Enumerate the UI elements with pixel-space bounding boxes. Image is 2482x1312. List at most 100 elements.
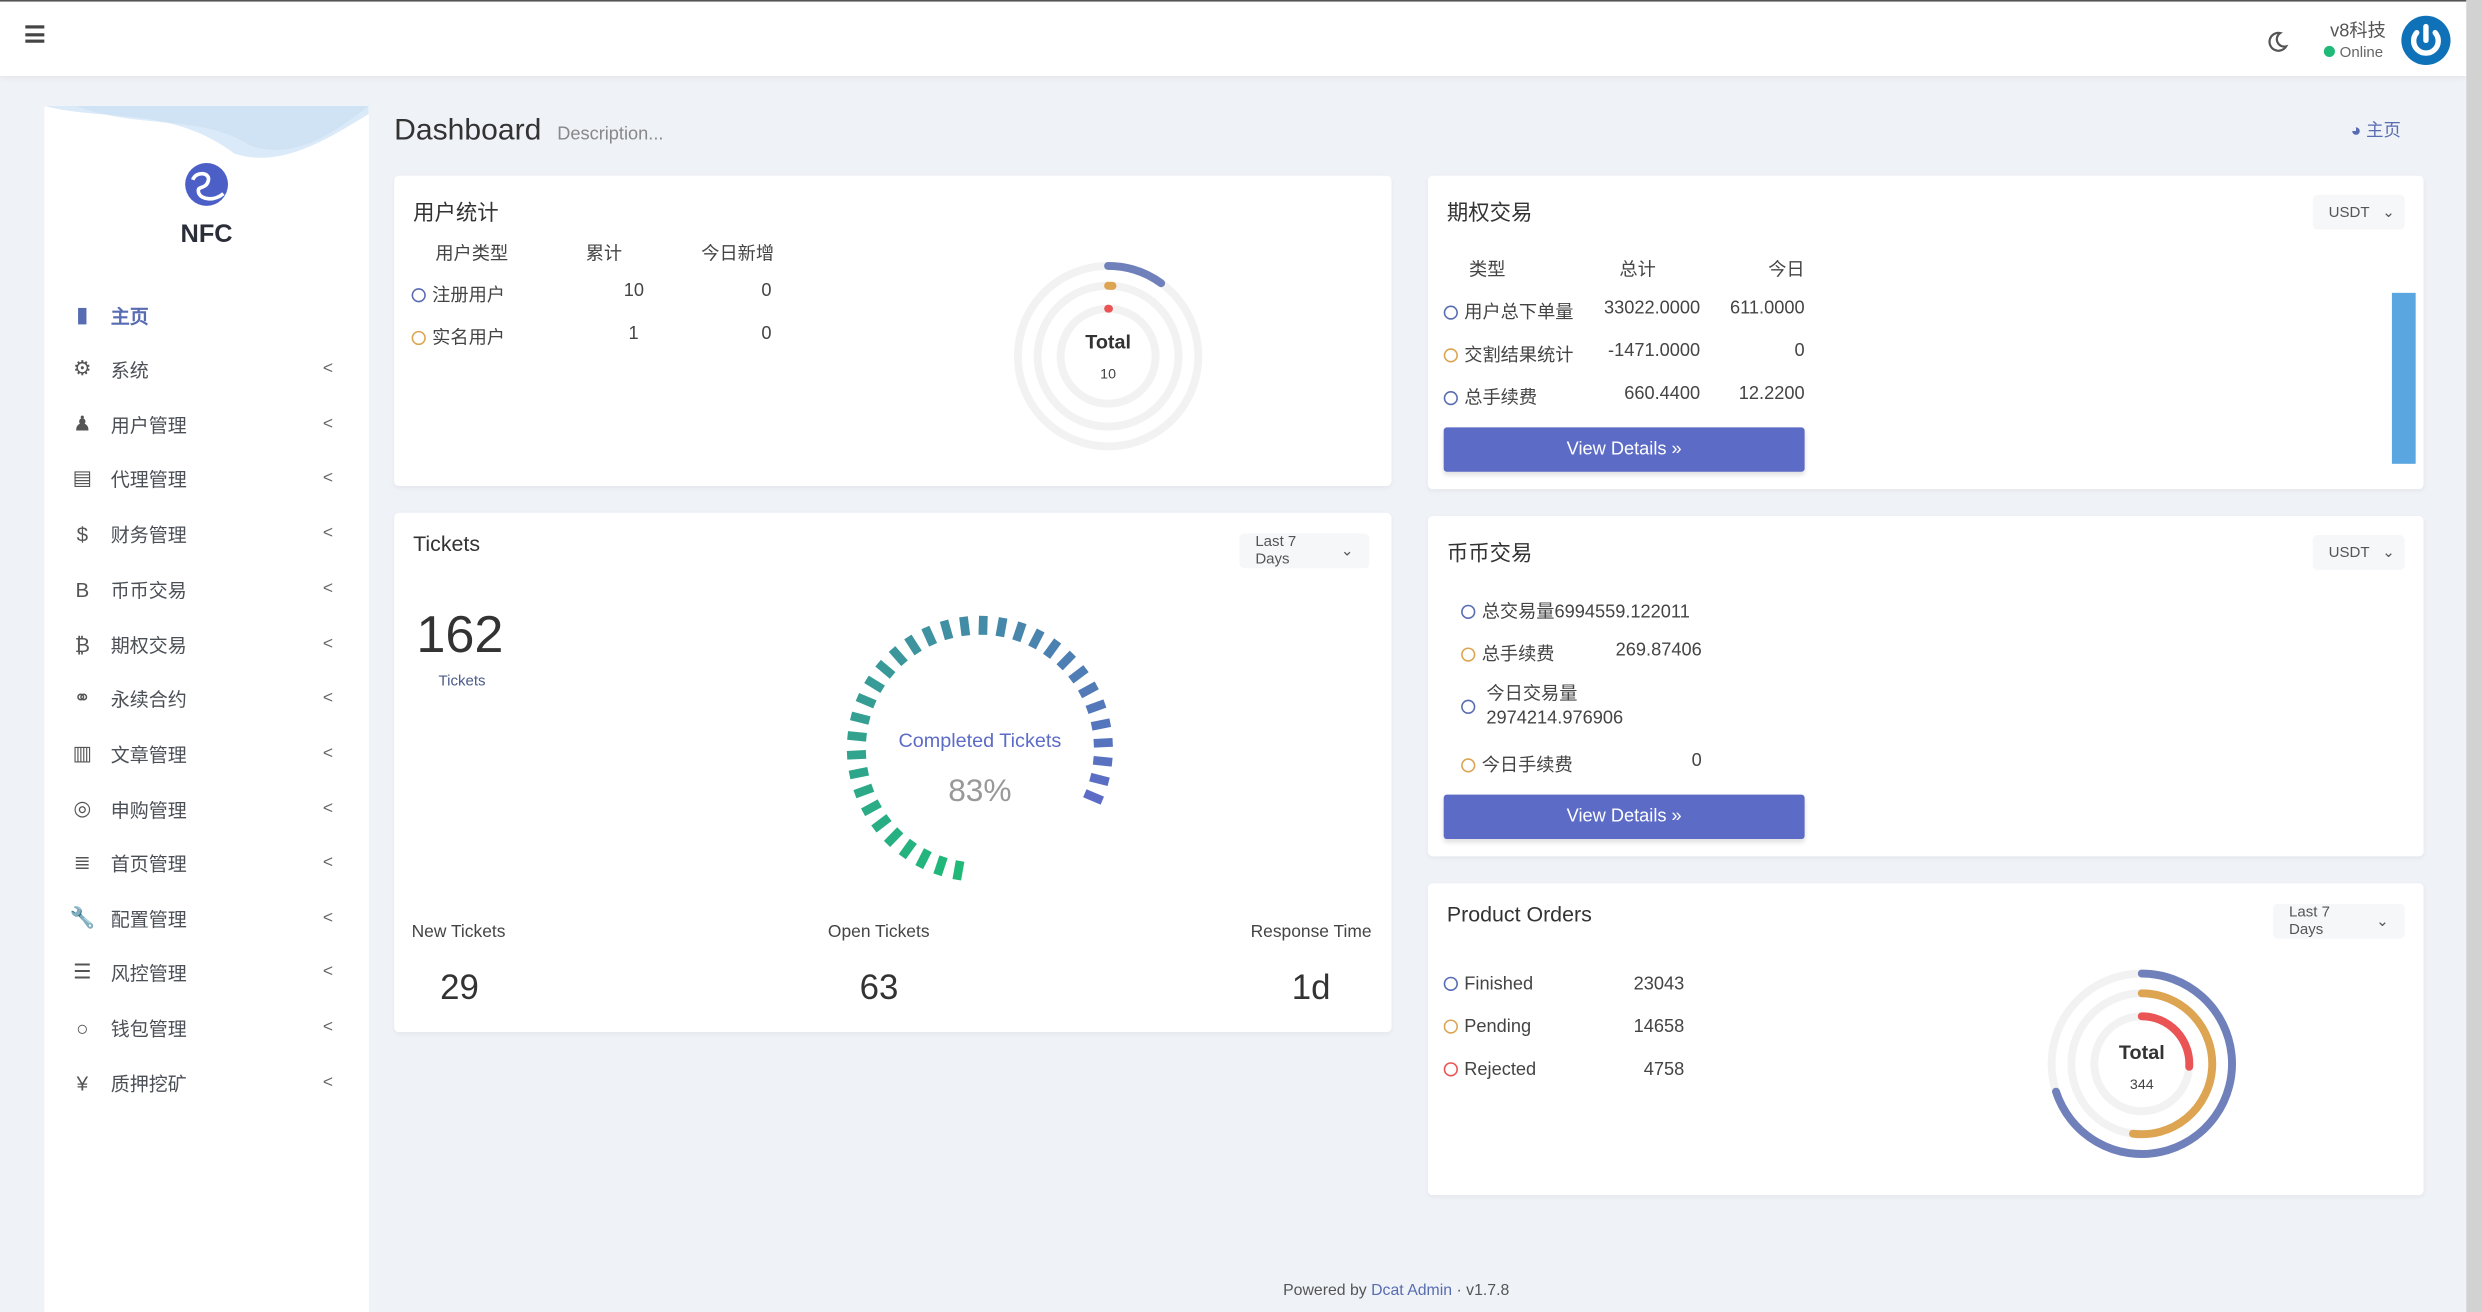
gauge-label: Completed Tickets (898, 729, 1062, 752)
gauge-segment (864, 675, 885, 693)
sidebar-item[interactable]: ⚙ 系统 < (44, 345, 369, 392)
column-header: 今日新增 (701, 245, 775, 265)
cell: 0 (1794, 341, 1805, 361)
column-header: 类型 (1469, 261, 1506, 281)
life-ring-icon: ◎ (73, 796, 92, 820)
gauge-segment (871, 814, 892, 833)
tickets-count: 162 (416, 604, 504, 664)
sidebar-item[interactable]: B 币币交易 < (44, 565, 369, 612)
gauge-segment (995, 617, 1008, 638)
tickets-card: Tickets Last 7 Days ⌄ 162 Tickets Complet… (394, 512, 1392, 1033)
period-select[interactable]: Last 7 Days ⌄ (1239, 533, 1370, 569)
card-title: 币币交易 (1446, 541, 1533, 566)
sidebar-item[interactable]: ▮ 主页 (44, 291, 369, 338)
radial-bar (1104, 261, 1166, 288)
card-title: Product Orders (1446, 902, 1592, 927)
sidebar-item[interactable]: ♟ 用户管理 < (44, 400, 369, 447)
id-card-icon: ▤ (72, 465, 93, 490)
sidebar-item[interactable]: ◎ 申购管理 < (44, 785, 369, 832)
stat-label: Open Tickets (827, 922, 930, 942)
gear-icon: ⚙ (73, 356, 92, 380)
cell: 611.0000 (1730, 299, 1805, 319)
column-header: 累计 (585, 245, 623, 265)
sidebar-item-label: 永续合约 (110, 687, 187, 710)
chart-total-label: Total (2118, 1041, 2165, 1064)
user-radial-chart (1013, 261, 1203, 451)
gauge-segment (921, 625, 938, 647)
sidebar-item-label: 文章管理 (110, 743, 187, 766)
cell: 1 (628, 324, 639, 344)
wrench-icon: 🔧 (69, 905, 96, 930)
sidebar-item[interactable]: $ 财务管理 < (44, 510, 369, 557)
sidebar-item[interactable]: ○ 钱包管理 < (44, 1004, 369, 1051)
sidebar-item-label: 风控管理 (110, 961, 187, 984)
sidebar-item[interactable]: ⚭ 永续合约 < (44, 674, 369, 721)
gauge-segment (904, 634, 922, 656)
sidebar-item[interactable]: ☰ 风控管理 < (44, 948, 369, 995)
gauge-segment (1077, 681, 1099, 699)
gauge-segment (898, 838, 917, 860)
moon-icon[interactable] (2265, 30, 2289, 54)
yen-icon: ¥ (76, 1070, 89, 1095)
sidebar: NFC ▮ 主页 ⚙ 系统 < ♟ 用户管理 < ▤ 代理管理 < $ 财务管理 < B 币币交易 < ₿ 期权交易… (44, 106, 369, 1312)
currency-select[interactable]: USDT ⌄ (2312, 194, 2405, 230)
cell: 10 (623, 281, 644, 301)
gauge-segment (849, 711, 871, 725)
hamburger-icon[interactable] (25, 25, 45, 43)
gauge-segment (1028, 628, 1045, 650)
gauge-segment (1056, 650, 1076, 671)
sidebar-item[interactable]: ▥ 文章管理 < (44, 730, 369, 777)
gauge-segment (1092, 755, 1113, 767)
power-icon[interactable] (2400, 14, 2452, 66)
dashboard-icon: ◕ (2350, 121, 2367, 141)
breadcrumb-home[interactable]: ◕ 主页 (2351, 117, 2401, 142)
sidebar-item[interactable]: ▤ 代理管理 < (44, 454, 369, 501)
chevron-down-icon: ⌄ (2382, 203, 2395, 221)
sidebar-item-label: 期权交易 (110, 633, 187, 657)
sidebar-item-label: 质押挖矿 (110, 1072, 187, 1095)
b-letter-icon: B (75, 577, 90, 601)
user-stats-card: 用户统计 用户类型 累计 今日新增 注册用户 10 0 实名用户 1 0 Tot… (394, 175, 1392, 486)
view-details-button[interactable]: View Details » (1443, 794, 1805, 839)
stat-label: New Tickets (411, 922, 506, 942)
logo-text: NFC (180, 221, 233, 249)
gauge-segment (846, 750, 867, 760)
stat-value: 1d (1291, 967, 1331, 1007)
chevron-left-icon: < (322, 1017, 334, 1037)
sidebar-item[interactable]: ¥ 质押挖矿 < (44, 1059, 369, 1106)
view-details-button[interactable]: View Details » (1443, 427, 1805, 472)
chevron-left-icon: < (322, 414, 334, 434)
gauge-segment (1068, 665, 1089, 684)
sidebar-item[interactable]: 🔧 配置管理 < (44, 894, 369, 941)
gauge-segment (1043, 638, 1062, 659)
sidebar-item-label: 用户管理 (110, 413, 187, 437)
card-title: Tickets (413, 531, 481, 556)
cell: 0 (761, 324, 772, 344)
chevron-left-icon: < (322, 359, 334, 379)
column-header: 今日 (1768, 261, 1805, 281)
options-trade-card: 期权交易 USDT ⌄ 类型 总计 今日 用户总下单量 33022.0000 611.… (1427, 175, 2424, 490)
gauge-segment (875, 659, 896, 679)
newspaper-icon: ▥ (72, 740, 93, 765)
username[interactable]: v8科技 (2330, 17, 2386, 42)
footer-link[interactable]: Dcat Admin (1371, 1282, 1452, 1299)
logo-icon (185, 162, 229, 206)
cell: 0 (761, 281, 772, 301)
link-icon: ⚭ (73, 685, 91, 710)
column-header: 总计 (1619, 261, 1656, 281)
sidebar-item[interactable]: ≣ 首页管理 < (44, 839, 369, 886)
bitcoin-icon: ₿ (74, 632, 90, 657)
gauge-segment (952, 860, 965, 881)
online-status: Online (2323, 44, 2383, 62)
page-scrollbar[interactable] (2466, 0, 2482, 1312)
period-select[interactable]: Last 7 Days ⌄ (2273, 903, 2405, 939)
gauge-segment (933, 855, 948, 877)
sidebar-item-label: 代理管理 (110, 467, 187, 490)
list-value: 14658 (1633, 1017, 1685, 1037)
currency-select[interactable]: USDT ⌄ (2312, 535, 2405, 570)
chevron-left-icon: < (322, 579, 334, 599)
chevron-left-icon: < (322, 634, 334, 654)
bar-chart-icon: ▮ (76, 302, 88, 327)
sidebar-item-label: 钱包管理 (110, 1017, 187, 1040)
sidebar-item[interactable]: ₿ 期权交易 < (44, 621, 369, 668)
